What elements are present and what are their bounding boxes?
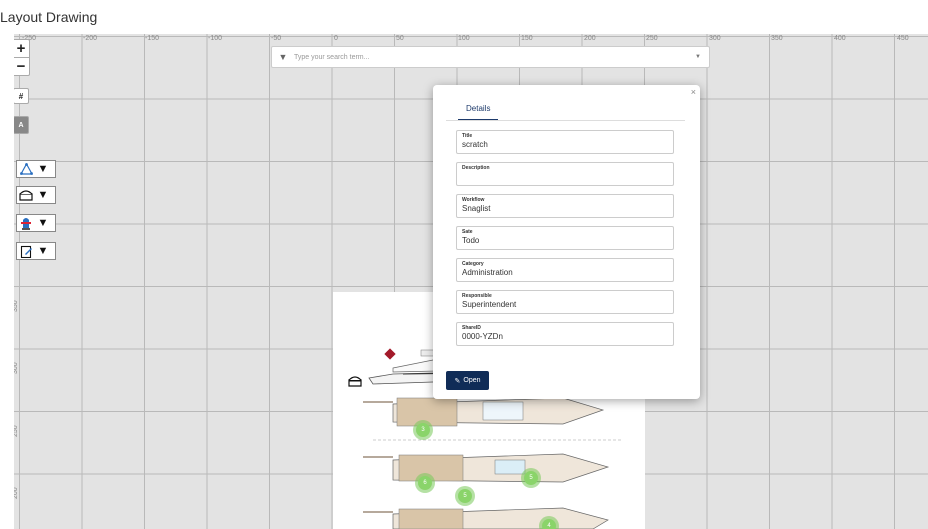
page-title: Layout Drawing [0, 9, 98, 25]
layer-tool-clipboard[interactable]: ▼ [16, 242, 56, 260]
close-icon[interactable]: × [691, 87, 696, 97]
category-field[interactable]: Category Administration [456, 258, 674, 282]
x-tick: -100 [208, 35, 223, 42]
cluster-count: 3 [416, 423, 430, 437]
filter-icon[interactable]: ▼ [35, 187, 51, 203]
x-tick: 250 [646, 35, 658, 42]
tab-bar: Details [446, 104, 685, 121]
x-tick: 450 [897, 35, 909, 42]
x-tick: 150 [521, 35, 533, 42]
filter-icon[interactable]: ▼ [35, 243, 51, 259]
filter-icon[interactable]: ▼ [35, 161, 51, 177]
x-tick: -200 [83, 35, 98, 42]
open-button[interactable]: ✎ Open [446, 371, 489, 390]
treasure-chest-icon [17, 187, 35, 203]
x-tick: -150 [145, 35, 160, 42]
filter-icon[interactable]: ▼ [35, 215, 51, 231]
cluster-marker[interactable]: 6 [415, 473, 435, 493]
tab-details[interactable]: Details [458, 104, 499, 120]
shareid-field[interactable]: ShareID 0000-YZDn [456, 322, 674, 346]
cluster-count: 4 [542, 519, 556, 529]
x-tick: 300 [709, 35, 721, 42]
layer-tool-network[interactable]: ▼ [16, 160, 56, 178]
cluster-marker[interactable]: 3 [413, 420, 433, 440]
clipboard-edit-icon [17, 243, 35, 259]
x-tick: 100 [458, 35, 470, 42]
chevron-down-icon[interactable]: ▼ [695, 54, 709, 60]
x-tick: 0 [334, 35, 338, 42]
layer-tool-hydrant[interactable]: ▼ [16, 214, 56, 232]
x-tick: 400 [834, 35, 846, 42]
x-tick: 50 [396, 35, 404, 42]
workflow-field[interactable]: Workflow Snaglist [456, 194, 674, 218]
zoom-in-button[interactable]: + [14, 39, 30, 57]
grid-toggle-button[interactable]: # [14, 88, 29, 104]
fire-hydrant-icon [17, 215, 35, 231]
field-label: Description [462, 165, 490, 171]
cluster-marker[interactable]: 5 [521, 468, 541, 488]
field-value: scratch [462, 140, 488, 149]
search-filter-icon: ▼ [278, 52, 288, 62]
x-tick: 200 [584, 35, 596, 42]
label-toggle-button[interactable]: A [14, 116, 29, 134]
cluster-count: 5 [458, 489, 472, 503]
field-value: Administration [462, 268, 513, 277]
zoom-out-button[interactable]: − [14, 57, 30, 76]
y-tick: 300 [14, 362, 19, 374]
cluster-marker[interactable]: 4 [539, 516, 559, 529]
details-popup: × Details Title scratch Description Work… [433, 85, 700, 399]
title-field[interactable]: Title scratch [456, 130, 674, 154]
cluster-marker[interactable]: 5 [455, 486, 475, 506]
layer-tool-chest[interactable]: ▼ [16, 186, 56, 204]
y-tick: 250 [14, 425, 19, 437]
edit-icon: ✎ [454, 377, 461, 385]
treasure-chest-icon[interactable] [347, 374, 363, 388]
y-tick: 200 [14, 487, 19, 499]
field-value: 0000-YZDn [462, 332, 503, 341]
description-field[interactable]: Description [456, 162, 674, 186]
field-value: Superintendent [462, 300, 517, 309]
x-tick: -50 [271, 35, 282, 42]
field-value: Todo [462, 236, 480, 245]
field-value: Snaglist [462, 204, 491, 213]
search-input[interactable]: Type your search term... [294, 54, 695, 61]
open-button-label: Open [463, 377, 481, 384]
cluster-count: 5 [524, 471, 538, 485]
x-tick: 350 [771, 35, 783, 42]
state-field[interactable]: Sate Todo [456, 226, 674, 250]
cluster-count: 6 [418, 476, 432, 490]
triangle-nodes-icon [17, 161, 35, 177]
y-tick: 350 [14, 300, 19, 312]
responsible-field[interactable]: Responsible Superintendent [456, 290, 674, 314]
search-bar[interactable]: ▼ Type your search term... ▼ [271, 46, 710, 68]
